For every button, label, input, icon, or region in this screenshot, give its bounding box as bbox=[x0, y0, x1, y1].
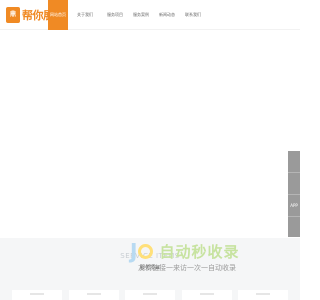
watermark-overlay: J 自动秒收录 友情链接一来访一次一自动收录 bbox=[130, 241, 280, 275]
card-label-placeholder bbox=[30, 293, 44, 295]
card-label-placeholder bbox=[256, 293, 270, 295]
service-card[interactable] bbox=[68, 290, 119, 300]
service-cards bbox=[12, 290, 288, 300]
page: 鼎 帮你展 网站首页 关于我们 服务项目 服务案例 新闻动态 联系我们 APP … bbox=[0, 0, 300, 300]
service-card[interactable] bbox=[181, 290, 232, 300]
nav-item-services[interactable]: 服务项目 bbox=[102, 0, 128, 30]
watermark-title: 自动秒收录 bbox=[159, 242, 240, 261]
watermark-slogan: 友情链接一来访一次一自动收录 bbox=[138, 264, 236, 272]
service-card[interactable] bbox=[238, 290, 288, 300]
card-label-placeholder bbox=[143, 293, 157, 295]
side-tool-button[interactable] bbox=[288, 173, 300, 195]
watermark-circle-icon bbox=[138, 243, 154, 259]
site-logo[interactable]: 鼎 帮你展 bbox=[6, 5, 54, 25]
main-nav: 网站首页 关于我们 服务项目 服务案例 新闻动态 联系我们 bbox=[48, 0, 206, 30]
logo-icon: 鼎 bbox=[6, 7, 20, 23]
side-toolbar: APP bbox=[288, 151, 300, 237]
nav-item-about[interactable]: 关于我们 bbox=[68, 0, 102, 30]
site-header: 鼎 帮你展 网站首页 关于我们 服务项目 服务案例 新闻动态 联系我们 bbox=[0, 0, 300, 30]
watermark-letter: J bbox=[130, 239, 138, 263]
side-tool-app-button[interactable]: APP bbox=[288, 195, 300, 217]
card-label-placeholder bbox=[199, 293, 214, 295]
nav-item-contact[interactable]: 联系我们 bbox=[180, 0, 206, 30]
nav-item-cases[interactable]: 服务案例 bbox=[128, 0, 154, 30]
side-tool-button[interactable] bbox=[288, 217, 300, 237]
nav-item-news[interactable]: 新闻动态 bbox=[154, 0, 180, 30]
side-tool-button[interactable] bbox=[288, 151, 300, 173]
nav-item-home[interactable]: 网站首页 bbox=[48, 0, 68, 30]
service-card[interactable] bbox=[12, 290, 62, 300]
service-card[interactable] bbox=[125, 290, 175, 300]
card-label-placeholder bbox=[86, 293, 101, 295]
watermark-logo: J 自动秒收录 bbox=[130, 241, 239, 261]
